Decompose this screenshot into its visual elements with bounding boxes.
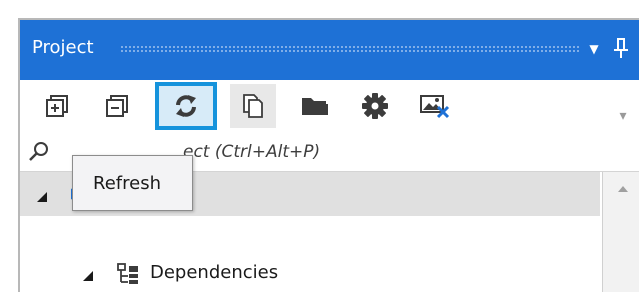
image-close-icon: [419, 93, 451, 119]
collapse-all-button[interactable]: [92, 84, 138, 128]
tree-row[interactable]: Dependencies: [20, 250, 600, 292]
tree-item-label: Dependencies: [150, 262, 279, 283]
view-image-button[interactable]: [412, 84, 458, 128]
refresh-button[interactable]: [155, 82, 217, 130]
tooltip-text: Refresh: [93, 173, 161, 194]
collapse-all-icon: [102, 93, 128, 119]
vertical-scrollbar[interactable]: [602, 172, 639, 292]
folder-icon: [300, 94, 330, 118]
panel-title: Project: [32, 37, 94, 58]
open-folder-button[interactable]: [292, 84, 338, 128]
expand-all-icon: [42, 93, 68, 119]
show-all-files-icon: [240, 92, 266, 120]
toolbar-overflow-icon[interactable]: ▾: [618, 106, 628, 126]
screenshot-frame: Project ▼ ▾ ect (Ctrl+Alt+P) Dependencie…: [0, 0, 639, 292]
chevron-down-icon[interactable]: ▼: [586, 40, 602, 58]
expanded-arrow-icon[interactable]: [82, 267, 94, 281]
gear-icon: [361, 92, 389, 120]
refresh-tooltip: Refresh: [72, 155, 193, 211]
titlebar-drag-grip[interactable]: [120, 45, 581, 53]
settings-button[interactable]: [352, 84, 398, 128]
scroll-up-arrow-icon[interactable]: [617, 180, 629, 192]
panel-titlebar[interactable]: Project ▼: [20, 20, 639, 80]
project-toolbar: ▾: [20, 80, 639, 132]
expand-all-button[interactable]: [32, 84, 78, 128]
show-all-files-button[interactable]: [230, 84, 276, 128]
dependencies-icon: [116, 262, 140, 286]
refresh-icon: [171, 91, 201, 121]
expanded-arrow-icon[interactable]: [36, 188, 48, 202]
pin-icon[interactable]: [612, 36, 632, 60]
